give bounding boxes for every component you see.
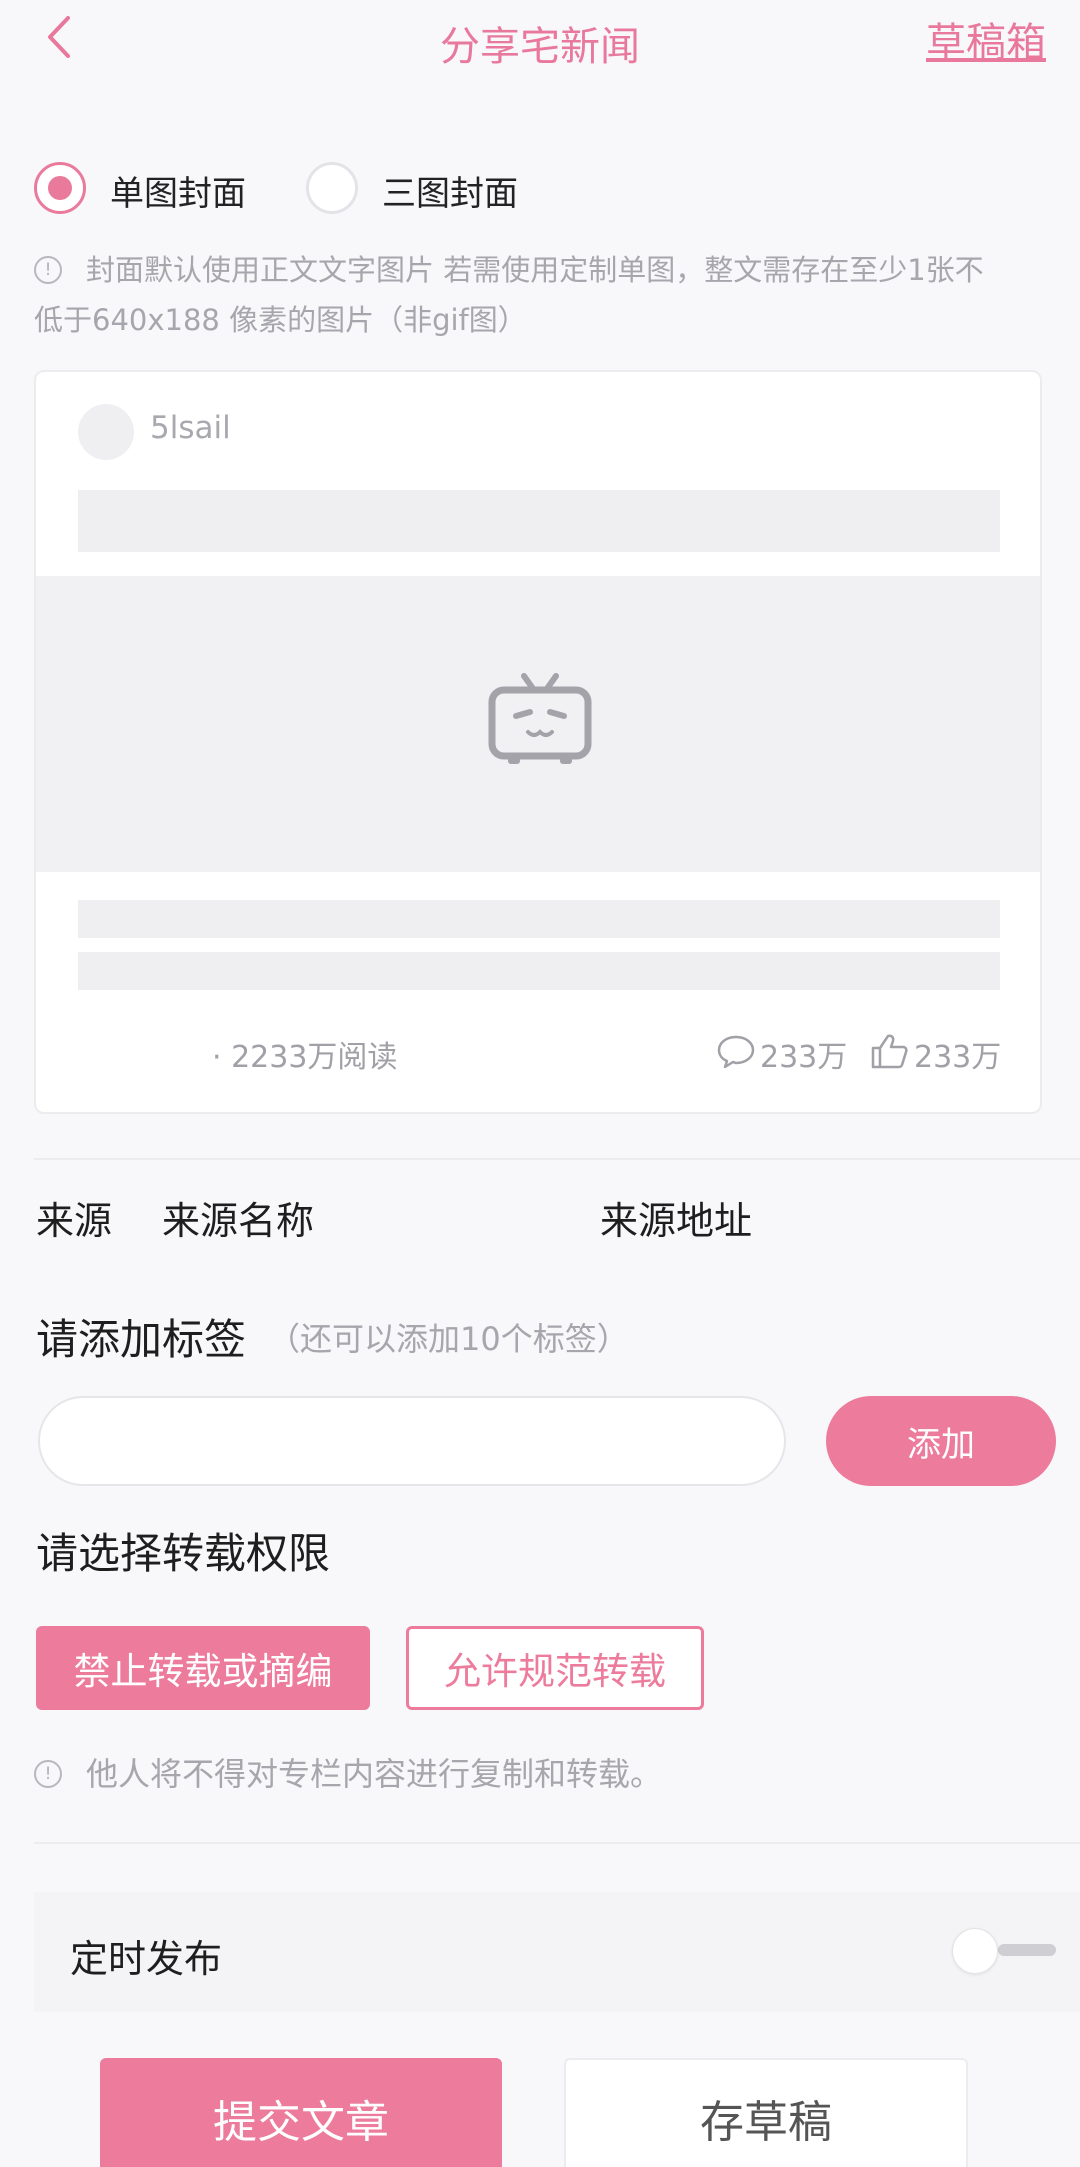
- comment-icon: [717, 1035, 755, 1069]
- forbid-repost-button[interactable]: 禁止转载或摘编: [36, 1626, 370, 1710]
- info-icon: !: [34, 1760, 62, 1788]
- schedule-toggle[interactable]: [952, 1928, 998, 1974]
- schedule-label: 定时发布: [70, 1937, 223, 1981]
- cover-option-single-label: 单图封面: [110, 174, 246, 214]
- cover-option-triple-label: 三图封面: [382, 174, 518, 214]
- page-title: 分享宅新闻: [440, 24, 640, 70]
- text-skeleton-1: [78, 900, 1000, 938]
- allow-repost-button[interactable]: 允许规范转载: [406, 1626, 704, 1710]
- cover-note-line2: 低于640x188 像素的图片（非gif图）: [34, 303, 527, 337]
- schedule-toggle-track[interactable]: [998, 1944, 1056, 1956]
- preview-username: 5lsail: [150, 410, 231, 446]
- cover-option-single[interactable]: 单图封面: [34, 160, 274, 216]
- tags-title: 请添加标签: [36, 1315, 247, 1364]
- source-label: 来源: [36, 1199, 113, 1243]
- text-skeleton-2: [78, 952, 1000, 990]
- divider: [34, 1842, 1080, 1844]
- radio-single-checked[interactable]: [34, 162, 86, 214]
- cover-option-triple[interactable]: 三图封面: [306, 160, 546, 216]
- avatar: [78, 404, 134, 460]
- source-name-input[interactable]: 来源名称: [162, 1190, 314, 1245]
- like-icon: [871, 1034, 908, 1069]
- schedule-row: 定时发布: [34, 1892, 1080, 2012]
- tags-hint: （还可以添加10个标签）: [268, 1320, 629, 1358]
- permission-title: 请选择转载权限: [36, 1529, 331, 1578]
- save-draft-button[interactable]: 存草稿: [564, 2058, 968, 2167]
- divider: [34, 1158, 1080, 1160]
- submit-article-button[interactable]: 提交文章: [100, 2058, 502, 2167]
- radio-triple[interactable]: [306, 162, 358, 214]
- bilibili-tv-icon: [488, 673, 592, 764]
- source-url-input[interactable]: 来源地址: [600, 1190, 752, 1245]
- title-skeleton: [78, 490, 1000, 552]
- like-count: 233万: [914, 1040, 1002, 1075]
- info-icon: !: [34, 256, 62, 284]
- article-preview-card: 5lsail · 2233万阅读 233万 233万: [34, 370, 1042, 1114]
- read-count: · 2233万阅读: [212, 1040, 398, 1075]
- tag-input[interactable]: [38, 1396, 786, 1486]
- add-tag-button[interactable]: 添加: [826, 1396, 1056, 1486]
- cover-image-placeholder: [36, 576, 1040, 872]
- permission-note: 他人将不得对专栏内容进行复制和转载。: [86, 1755, 663, 1793]
- drafts-link[interactable]: 草稿箱: [926, 10, 1046, 68]
- cover-note-line1: 封面默认使用正文文字图片 若需使用定制单图，整文需存在至少1张不: [86, 253, 984, 287]
- comment-count: 233万: [760, 1040, 848, 1075]
